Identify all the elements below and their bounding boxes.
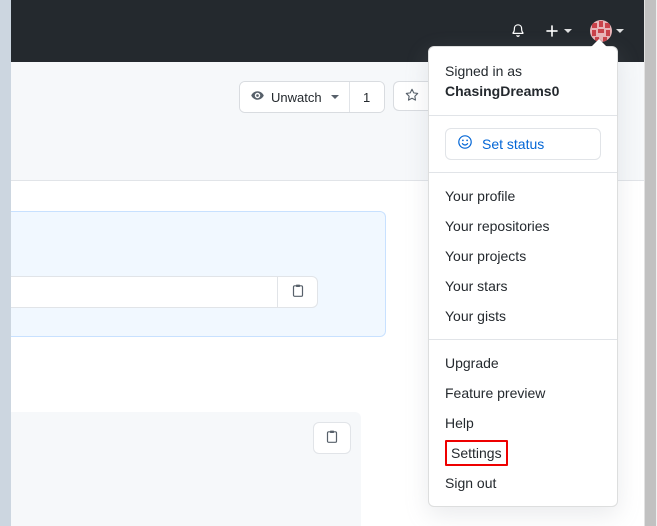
dropdown-caret: [591, 39, 607, 47]
set-status-label: Set status: [482, 135, 545, 152]
plus-icon: [544, 23, 560, 39]
watch-button-group: Unwatch 1: [239, 81, 385, 113]
page-left-edge: [0, 0, 11, 526]
username-label: ChasingDreams0: [445, 83, 560, 100]
chevron-down-icon: [564, 29, 572, 33]
menu-item-your-projects[interactable]: Your projects: [429, 241, 617, 271]
menu-item-your-repositories[interactable]: Your repositories: [429, 211, 617, 241]
account-menu-button[interactable]: [581, 11, 633, 51]
signed-in-as-label: Signed in as: [445, 63, 523, 79]
create-new-button[interactable]: [535, 11, 581, 51]
star-button[interactable]: [392, 81, 431, 111]
code-snippet-panel: [11, 412, 361, 526]
set-status-button[interactable]: Set status: [445, 127, 601, 160]
copy-snippet-button[interactable]: [313, 422, 351, 454]
menu-item-your-gists[interactable]: Your gists: [429, 301, 617, 331]
menu-item-settings-row: Settings: [429, 438, 617, 468]
set-status-wrapper: Set status: [429, 116, 617, 172]
chevron-down-icon: [616, 29, 624, 33]
clone-url-input[interactable]: [11, 276, 278, 308]
chevron-down-icon: [330, 95, 339, 99]
clone-info-box: re.: [11, 211, 386, 337]
page-root: Unwatch 1 Signed in as ChasingDreams0 Se…: [0, 0, 657, 526]
menu-item-upgrade[interactable]: Upgrade: [429, 348, 617, 378]
menu-item-your-profile[interactable]: Your profile: [429, 181, 617, 211]
menu-item-sign-out[interactable]: Sign out: [429, 468, 617, 498]
smiley-icon: [457, 134, 473, 153]
clone-url-row: [11, 276, 318, 308]
vertical-scrollbar[interactable]: [644, 0, 657, 526]
clipboard-icon: [290, 283, 306, 302]
bell-icon: [510, 23, 526, 39]
eye-icon: [250, 88, 265, 106]
menu-item-feature-preview[interactable]: Feature preview: [429, 378, 617, 408]
menu-item-your-stars[interactable]: Your stars: [429, 271, 617, 301]
dropdown-group-primary: Your profile Your repositories Your proj…: [429, 173, 617, 339]
unwatch-label: Unwatch: [271, 89, 322, 105]
clipboard-icon: [324, 429, 340, 448]
copy-clone-url-button[interactable]: [278, 276, 318, 308]
scrollbar-thumb[interactable]: [645, 0, 656, 526]
watch-count[interactable]: 1: [348, 82, 384, 112]
unwatch-button[interactable]: Unwatch: [240, 82, 349, 112]
account-dropdown-menu: Signed in as ChasingDreams0 Set status Y: [428, 39, 618, 507]
menu-item-help[interactable]: Help: [429, 408, 617, 438]
repo-action-buttons: Unwatch 1: [239, 81, 431, 113]
notifications-button[interactable]: [501, 11, 535, 51]
dropdown-group-secondary: Upgrade Feature preview Help Settings Si…: [429, 340, 617, 506]
star-icon: [404, 87, 420, 106]
signed-in-block: Signed in as ChasingDreams0: [429, 47, 617, 115]
menu-item-settings[interactable]: Settings: [445, 439, 508, 466]
